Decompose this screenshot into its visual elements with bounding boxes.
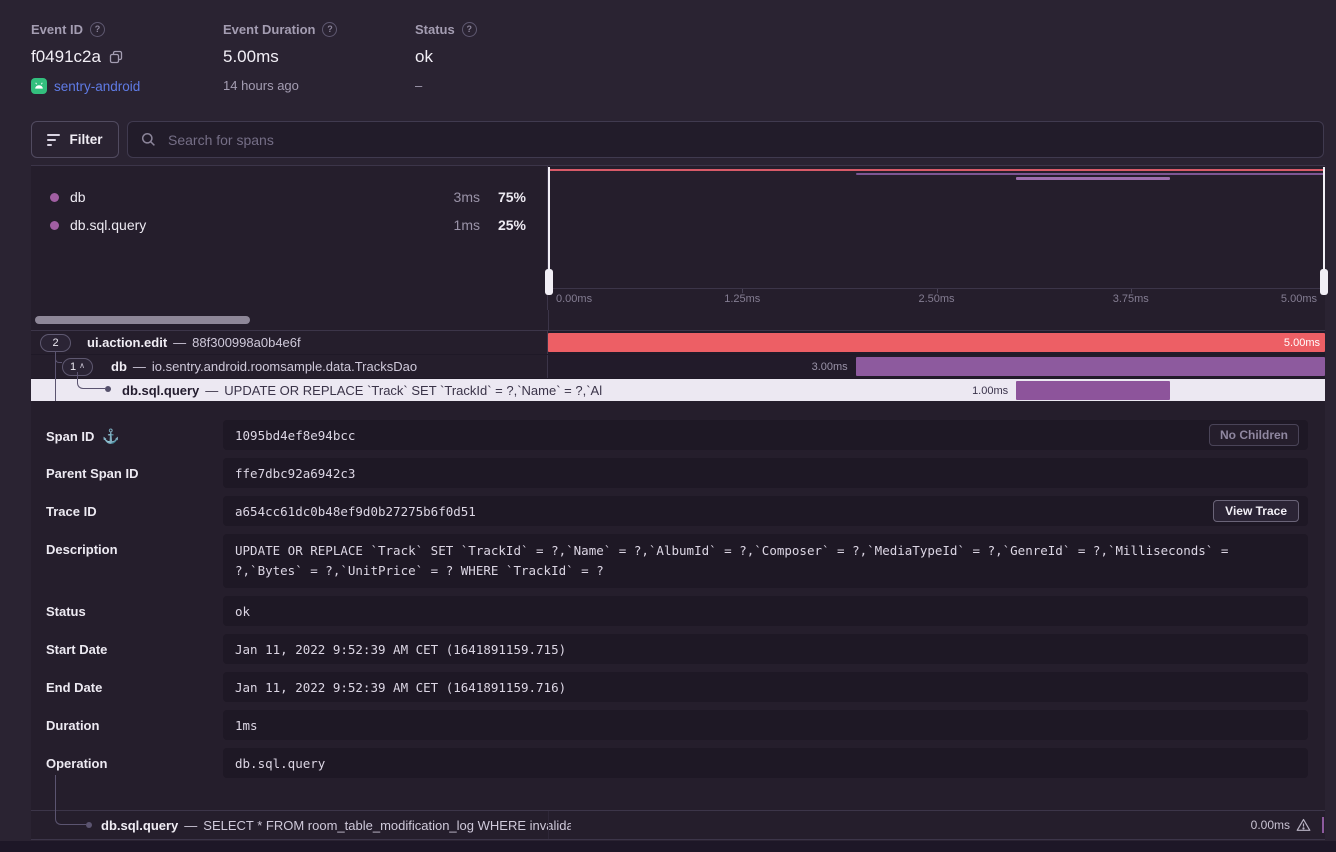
minimap-span-line: [856, 173, 1325, 175]
operations-breakdown: db 3ms 75% db.sql.query 1ms 25%: [31, 166, 548, 310]
copy-icon[interactable]: [109, 50, 123, 64]
parent-span-id-value: ffe7dbc92a6942c3: [223, 458, 1308, 488]
event-duration-ago: 14 hours ago: [223, 78, 299, 93]
detail-label: Span ID: [46, 429, 94, 444]
span-details-panel: Span ID ⚓ 1095bd4ef8e94bcc No Children P…: [31, 401, 1325, 811]
detail-label: End Date: [46, 680, 102, 695]
span-row-db[interactable]: 1∧ db—io.sentry.android.roomsample.data.…: [31, 355, 1325, 379]
children-count-badge[interactable]: 2: [40, 334, 71, 352]
op-breakdown-row[interactable]: db 3ms 75%: [31, 183, 547, 211]
detail-label: Duration: [46, 718, 99, 733]
span-duration-label: 5.00ms: [1284, 333, 1320, 352]
op-duration: 3ms: [420, 189, 480, 205]
op-duration: 1ms: [420, 217, 480, 233]
span-row-db-sql-query-selected[interactable]: db.sql.query—UPDATE OR REPLACE `Track` S…: [31, 379, 1325, 402]
event-id-column: Event ID ? f0491c2a sentry-andro: [31, 22, 223, 94]
help-icon[interactable]: ?: [462, 22, 477, 37]
detail-label: Trace ID: [46, 504, 97, 519]
duration-value: 1ms: [223, 710, 1308, 740]
axis-tick-label: 1.25ms: [724, 293, 760, 305]
event-id-label: Event ID: [31, 22, 83, 37]
minimap-right-drag-handle[interactable]: [1323, 167, 1325, 273]
axis-tick-label: 0.00ms: [556, 293, 592, 305]
axis-tick-label: 5.00ms: [1281, 293, 1317, 305]
filter-button-label: Filter: [69, 132, 102, 147]
minimap-span-line: [1016, 177, 1170, 180]
minimap-span-line: [548, 169, 1325, 171]
minimap-timeline[interactable]: 0.00ms 1.25ms 2.50ms 3.75ms 5.00ms: [548, 166, 1325, 310]
zero-duration-span-bar: [1322, 817, 1324, 833]
span-row-text: db.sql.query—SELECT * FROM room_table_mo…: [101, 818, 571, 833]
status-column: Status ? ok –: [415, 22, 607, 94]
span-row-text: db.sql.query—UPDATE OR REPLACE `Track` S…: [122, 379, 602, 402]
detail-label: Start Date: [46, 642, 107, 657]
minimap-left-drag-handle[interactable]: [548, 167, 550, 273]
status-value: ok: [415, 47, 433, 67]
time-axis: 0.00ms 1.25ms 2.50ms 3.75ms 5.00ms: [548, 288, 1325, 310]
search-input[interactable]: [166, 131, 1310, 149]
op-percentage: 25%: [480, 217, 526, 233]
span-id-value: 1095bd4ef8e94bcc No Children: [223, 420, 1308, 450]
op-name: db.sql.query: [70, 217, 420, 233]
op-color-dot: [50, 193, 59, 202]
description-value: UPDATE OR REPLACE `Track` SET `TrackId` …: [223, 534, 1308, 588]
span-duration-bar[interactable]: 1.00ms: [1016, 381, 1170, 400]
no-children-badge: No Children: [1209, 424, 1299, 446]
android-project-icon: [31, 78, 47, 94]
span-duration-bar[interactable]: 3.00ms: [856, 357, 1325, 376]
trace-id-value: a654cc61dc0b48ef9d0b27275b6f0d51 View Tr…: [223, 496, 1308, 526]
detail-label: Description: [46, 542, 118, 557]
span-duration-label: 1.00ms: [972, 381, 1008, 400]
tree-scrollbar-strip: [31, 310, 1325, 331]
span-row-select-query[interactable]: db.sql.query—SELECT * FROM room_table_mo…: [31, 811, 1325, 840]
chevron-up-icon: ∧: [79, 361, 85, 370]
event-duration-value: 5.00ms: [223, 47, 279, 67]
detail-label: Operation: [46, 756, 107, 771]
end-date-value: Jan 11, 2022 9:52:39 AM CET (1641891159.…: [223, 672, 1308, 702]
project-link[interactable]: sentry-android: [54, 79, 140, 94]
event-duration-column: Event Duration ? 5.00ms 14 hours ago: [223, 22, 415, 94]
event-id-value: f0491c2a: [31, 47, 101, 67]
panel-divider: [548, 811, 549, 839]
span-row-text: ui.action.edit—88f300998a0b4e6f: [87, 335, 301, 350]
op-name: db: [70, 189, 420, 205]
filter-icon: [47, 134, 60, 146]
panel-divider: [548, 310, 549, 330]
op-percentage: 75%: [480, 189, 526, 205]
span-search-bar[interactable]: [127, 121, 1324, 158]
span-duration-label: 3.00ms: [812, 357, 848, 376]
start-date-value: Jan 11, 2022 9:52:39 AM CET (1641891159.…: [223, 634, 1308, 664]
axis-tick-label: 2.50ms: [918, 293, 954, 305]
op-breakdown-row[interactable]: db.sql.query 1ms 25%: [31, 211, 547, 239]
op-color-dot: [50, 221, 59, 230]
span-row-text: db—io.sentry.android.roomsample.data.Tra…: [111, 359, 417, 374]
trace-minimap: db 3ms 75% db.sql.query 1ms 25% 0.00ms 1…: [31, 165, 1325, 310]
operation-value: db.sql.query: [223, 748, 1308, 778]
event-header: Event ID ? f0491c2a sentry-andro: [31, 22, 607, 94]
anchor-icon[interactable]: ⚓: [102, 428, 119, 445]
span-row-ui-action-edit[interactable]: 2 ui.action.edit—88f300998a0b4e6f 5.00ms: [31, 331, 1325, 355]
status-label: Status: [415, 22, 455, 37]
detail-label: Parent Span ID: [46, 466, 138, 481]
event-duration-label: Event Duration: [223, 22, 315, 37]
warning-icon: [1296, 818, 1311, 832]
page-bottom-gap: [0, 841, 1336, 852]
help-icon[interactable]: ?: [322, 22, 337, 37]
span-duration-label: 0.00ms: [1251, 818, 1290, 832]
status-sub: –: [415, 78, 422, 93]
status-detail-value: ok: [223, 596, 1308, 626]
help-icon[interactable]: ?: [90, 22, 105, 37]
detail-label: Status: [46, 604, 86, 619]
children-count-badge[interactable]: 1∧: [62, 358, 93, 376]
span-tree: 2 ui.action.edit—88f300998a0b4e6f 5.00ms…: [31, 331, 1325, 402]
filter-button[interactable]: Filter: [31, 121, 119, 158]
search-icon: [141, 132, 156, 147]
axis-tick-label: 3.75ms: [1113, 293, 1149, 305]
horizontal-scrollbar-thumb[interactable]: [35, 316, 250, 324]
view-trace-button[interactable]: View Trace: [1213, 500, 1299, 522]
span-duration-bar[interactable]: 5.00ms: [548, 333, 1325, 352]
